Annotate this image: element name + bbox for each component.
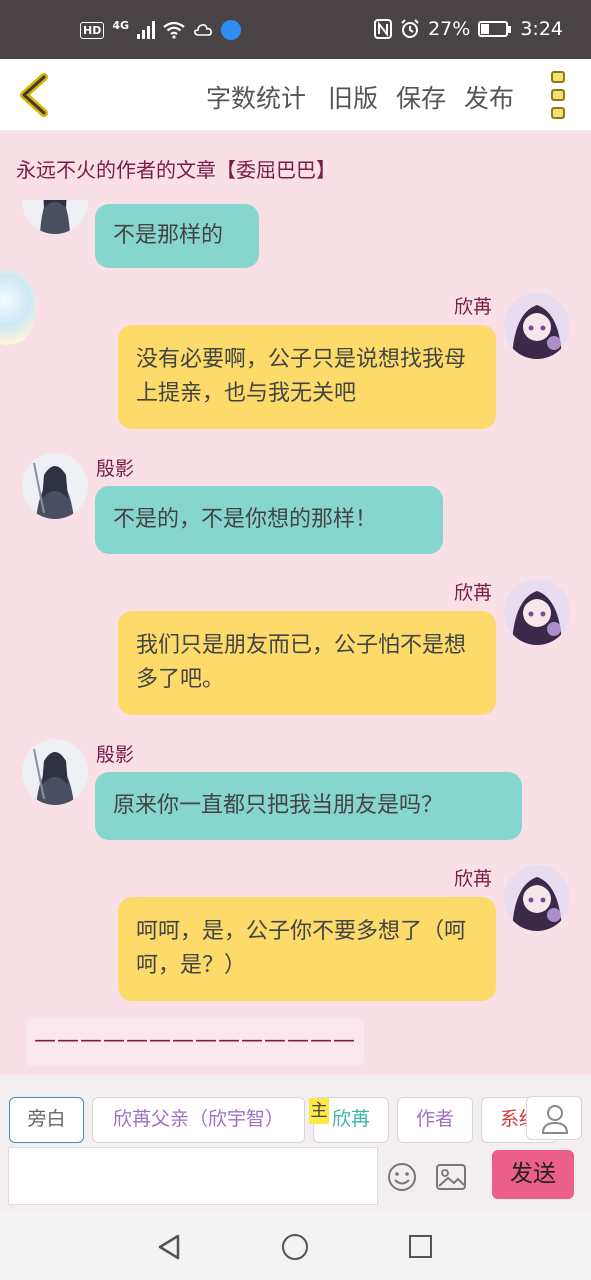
nav-home-icon[interactable]: [282, 1234, 308, 1260]
more-menu-button[interactable]: [548, 71, 568, 119]
publish-button[interactable]: 发布: [464, 79, 514, 115]
message-input[interactable]: [8, 1147, 378, 1205]
avatar: [504, 865, 570, 931]
role-label: 旁白: [27, 1108, 66, 1130]
avatar: [504, 293, 570, 359]
message-bubble-2: 不是的，不是你想的那样！: [95, 486, 443, 554]
role-xinran-father[interactable]: 欣苒父亲（欣宇智）: [92, 1097, 305, 1143]
wifi-icon: [163, 21, 185, 39]
speaker-name: 欣苒: [454, 868, 493, 890]
avatar: [504, 579, 570, 645]
divider-line: ——————————————: [26, 1018, 364, 1066]
status-bar: HD 4G 27% 3:24: [0, 0, 591, 59]
hd-icon: HD: [80, 21, 105, 39]
message-bubble-0: 不是那样的: [95, 204, 259, 268]
save-button[interactable]: 保存: [396, 79, 446, 115]
signal-icon: [137, 21, 156, 39]
user-icon: [541, 1105, 569, 1134]
composer-bar: 旁白 欣苒父亲（欣宇智） 欣苒 作者 系统 发送: [0, 1075, 591, 1212]
article-title: 永远不火的作者的文章【委屈巴巴】: [16, 158, 336, 182]
nav-recent-icon[interactable]: [409, 1235, 432, 1258]
message-bubble-4: 原来你一直都只把我当朋友是吗？: [95, 772, 522, 840]
old-version-button[interactable]: 旧版: [328, 79, 378, 115]
nav-back-icon[interactable]: [156, 1233, 182, 1261]
cloud-icon: [194, 24, 213, 36]
alarm-icon: [401, 19, 419, 38]
floating-assistant-ball[interactable]: [0, 270, 36, 346]
message-bubble-1: 没有必要啊，公子只是说想找我母上提亲，也与我无关吧: [118, 325, 496, 429]
role-label: 欣苒父亲（欣宇智）: [112, 1108, 284, 1130]
speaker-name: 欣苒: [454, 296, 493, 318]
system-nav-bar: [0, 1212, 591, 1280]
message-bubble-5: 呵呵，是，公子你不要多想了（呵呵，是？）: [118, 897, 496, 1001]
app-notification-icon: [221, 20, 242, 40]
avatar: [22, 453, 88, 519]
speaker-name: 殷影: [96, 744, 135, 766]
network-type: 4G: [112, 18, 130, 32]
message-bubble-3: 我们只是朋友而已，公子怕不是想多了吧。: [118, 611, 496, 715]
role-label: 欣苒: [331, 1108, 370, 1130]
chat-area[interactable]: 不是那样的 欣苒 没有必要啊，公子只是说想找我母上提亲，也与我无关吧 殷影 不是…: [0, 200, 591, 1075]
role-author[interactable]: 作者: [397, 1097, 473, 1143]
speaker-name: 欣苒: [454, 582, 493, 604]
battery-icon: [478, 21, 512, 37]
image-icon[interactable]: [435, 1163, 467, 1191]
role-narration[interactable]: 旁白: [9, 1097, 84, 1143]
add-role-button[interactable]: [526, 1096, 582, 1140]
nfc-icon: [374, 19, 393, 39]
battery-percent: 27%: [428, 18, 471, 40]
clock: 3:24: [520, 18, 563, 40]
send-button[interactable]: 发送: [492, 1150, 574, 1199]
word-count-button[interactable]: 字数统计: [206, 79, 306, 115]
main-role-badge: 主: [309, 1098, 329, 1124]
avatar: [22, 739, 88, 805]
speaker-name: 殷影: [96, 458, 135, 480]
role-label: 作者: [415, 1108, 454, 1130]
emoji-icon[interactable]: [386, 1161, 418, 1193]
avatar: [22, 200, 88, 234]
top-toolbar: 字数统计 旧版 保存 发布: [0, 59, 591, 131]
back-button[interactable]: [14, 73, 54, 117]
